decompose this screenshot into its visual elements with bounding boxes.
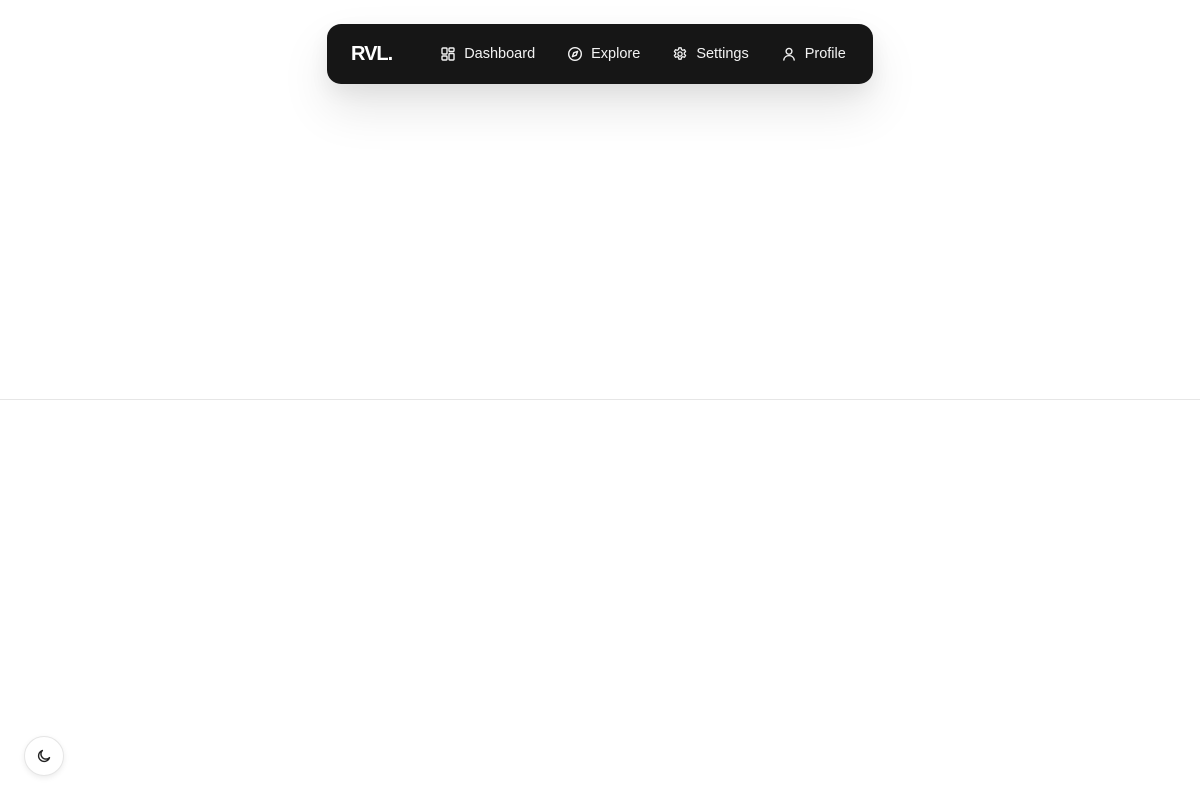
top-navbar: RVL. Dashboard Explore Settings Profile xyxy=(327,24,873,84)
dashboard-icon xyxy=(440,46,456,62)
nav-item-profile[interactable]: Profile xyxy=(765,36,846,72)
moon-icon xyxy=(36,748,52,764)
theme-toggle-button[interactable] xyxy=(24,736,64,776)
nav-item-settings[interactable]: Settings xyxy=(656,36,764,72)
page: RVL. Dashboard Explore Settings Profile xyxy=(0,0,1200,800)
gear-icon xyxy=(672,46,688,62)
nav-item-label: Profile xyxy=(804,46,846,62)
nav-item-dashboard[interactable]: Dashboard xyxy=(424,36,551,72)
nav-item-explore[interactable]: Explore xyxy=(551,36,656,72)
nav-item-label: Explore xyxy=(591,46,641,62)
compass-icon xyxy=(567,46,583,62)
section-divider xyxy=(0,399,1200,400)
user-icon xyxy=(781,46,797,62)
nav-items: Dashboard Explore Settings Profile xyxy=(424,36,846,72)
nav-item-label: Settings xyxy=(696,46,749,62)
brand-logo[interactable]: RVL. xyxy=(351,43,393,66)
nav-item-label: Dashboard xyxy=(464,46,536,62)
